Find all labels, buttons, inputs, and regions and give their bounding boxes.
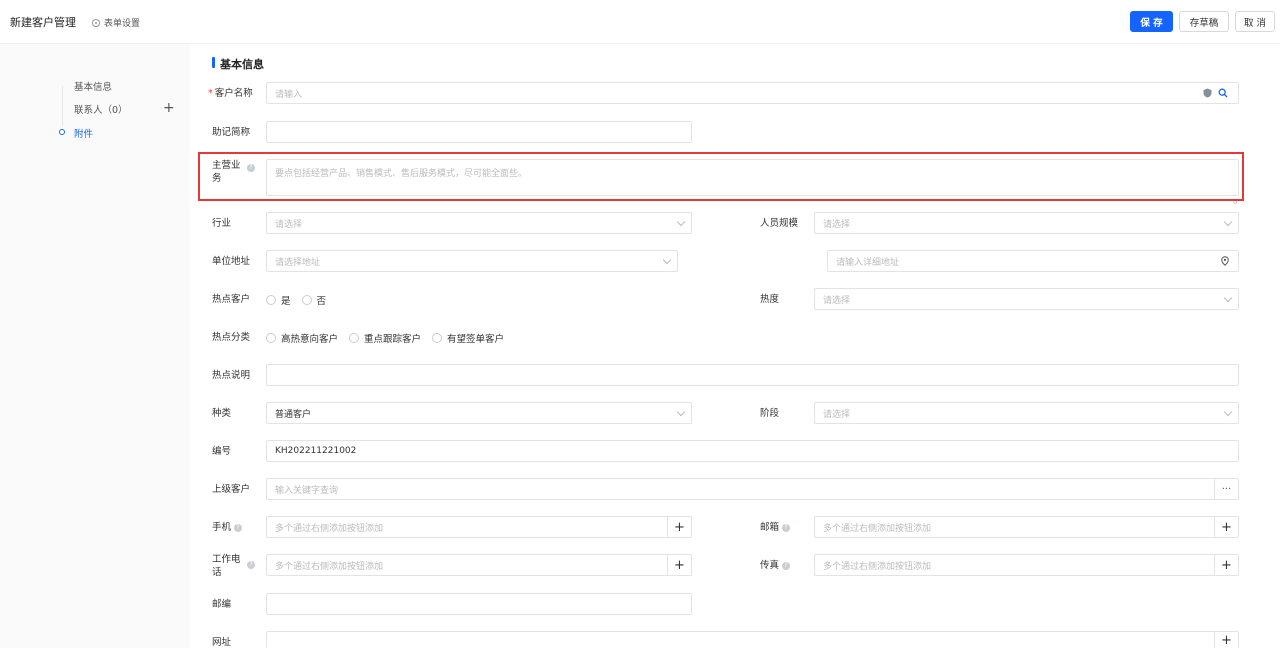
radio-option-yes[interactable]: 是 [266, 293, 291, 307]
website-label: 网址 [212, 637, 232, 648]
address-detail-input[interactable]: 请输入详细地址 [827, 250, 1239, 272]
hot-customer-radio-group: 是 否 [266, 293, 337, 307]
website-input[interactable]: + [266, 631, 1239, 648]
sidebar-item-attachments[interactable]: 附件 [74, 126, 93, 140]
radio-option-no[interactable]: 否 [301, 293, 326, 307]
chevron-down-icon [1223, 217, 1233, 227]
gear-icon [92, 18, 100, 27]
type-label: 种类 [212, 408, 232, 419]
sidebar-item-basic-info[interactable]: 基本信息 [74, 79, 112, 93]
more-options-button[interactable]: ··· [1214, 479, 1238, 499]
customer-name-label: * 客户名称 [208, 88, 253, 99]
chevron-down-icon [1223, 407, 1233, 417]
work-phone-label: 工作电话 [212, 554, 241, 578]
main-business-label: 主营业务 [212, 160, 241, 184]
heat-select[interactable]: 请选择 [814, 288, 1239, 310]
chevron-down-icon [1223, 293, 1233, 303]
staff-size-label: 人员规模 [760, 218, 799, 229]
add-work-phone-button[interactable]: + [667, 555, 691, 575]
fax-input[interactable]: 多个通过右侧添加按钮添加 + [814, 554, 1239, 576]
chevron-down-icon [676, 407, 686, 417]
customer-name-input[interactable]: 请输入 [266, 82, 1239, 104]
cancel-button[interactable]: 取 消 [1235, 11, 1275, 32]
hot-note-input[interactable] [266, 364, 1239, 386]
save-button[interactable]: 保 存 [1130, 11, 1173, 32]
code-label: 编号 [212, 446, 232, 457]
chevron-down-icon [662, 255, 672, 265]
hot-customer-label: 热点客户 [212, 294, 251, 305]
staff-size-select[interactable]: 请选择 [814, 212, 1239, 234]
save-draft-button[interactable]: 存草稿 [1179, 11, 1229, 32]
nav-line [62, 86, 63, 126]
parent-customer-input[interactable]: 输入关键字查询 ··· [266, 478, 1239, 500]
form-settings-label: 表单设置 [104, 19, 141, 29]
parent-customer-label: 上级客户 [212, 484, 251, 495]
shield-icon [1203, 88, 1212, 98]
mnemonic-label: 助记简称 [212, 127, 251, 138]
search-icon[interactable] [1218, 88, 1228, 98]
required-mark: * [208, 88, 213, 99]
help-icon: ? [782, 561, 791, 570]
top-bar: 新建客户管理 表单设置 保 存 存草稿 取 消 [0, 0, 1280, 44]
add-website-button[interactable]: + [1214, 632, 1238, 648]
form-settings-link[interactable]: 表单设置 [92, 16, 140, 29]
code-input[interactable]: KH202211221002 [266, 440, 1239, 462]
help-icon: ? [247, 561, 255, 569]
mobile-label: 手机? [212, 521, 243, 534]
fax-label: 传真? [760, 559, 791, 572]
help-icon: ? [782, 523, 791, 532]
radio-option-high-intent[interactable]: 高热意向客户 [266, 331, 338, 345]
industry-label: 行业 [212, 218, 232, 229]
active-nav-dot [59, 129, 65, 135]
sidebar [0, 44, 190, 648]
chevron-down-icon [676, 217, 686, 227]
type-select[interactable]: 普通客户 [266, 402, 692, 424]
mnemonic-input[interactable] [266, 121, 692, 143]
add-fax-button[interactable]: + [1214, 555, 1238, 575]
sidebar-item-contacts[interactable]: 联系人（0） [74, 102, 128, 116]
heat-label: 热度 [760, 294, 780, 305]
section-title: 基本信息 [212, 56, 264, 72]
industry-select[interactable]: 请选择 [266, 212, 692, 234]
address-select[interactable]: 请选择地址 [266, 250, 678, 272]
mobile-input[interactable]: 多个通过右侧添加按钮添加 + [266, 516, 692, 538]
radio-icon[interactable] [432, 333, 443, 343]
postcode-input[interactable] [266, 593, 692, 615]
address-label: 单位地址 [212, 256, 251, 267]
hot-category-radio-group: 高热意向客户 重点跟踪客户 有望签单客户 [266, 331, 515, 345]
email-label: 邮箱? [760, 521, 791, 534]
hot-note-label: 热点说明 [212, 370, 251, 381]
help-icon: ? [234, 523, 243, 532]
add-email-button[interactable]: + [1214, 517, 1238, 537]
email-input[interactable]: 多个通过右侧添加按钮添加 + [814, 516, 1239, 538]
work-phone-input[interactable]: 多个通过右侧添加按钮添加 + [266, 554, 692, 576]
radio-icon[interactable] [349, 333, 360, 343]
page-title: 新建客户管理 [10, 16, 76, 29]
stage-select[interactable]: 请选择 [814, 402, 1239, 424]
add-contact-icon[interactable]: + [163, 100, 175, 116]
add-mobile-button[interactable]: + [667, 517, 691, 537]
help-icon: ? [247, 164, 255, 172]
char-count: 0 [1233, 198, 1238, 206]
hot-category-label: 热点分类 [212, 332, 251, 343]
radio-option-key-tracking[interactable]: 重点跟踪客户 [349, 331, 421, 345]
main-business-textarea[interactable]: 要点包括经营产品、销售模式、售后服务模式，尽可能全面些。 [266, 159, 1239, 196]
location-pin-icon[interactable] [1221, 256, 1229, 266]
radio-icon[interactable] [266, 295, 276, 305]
radio-icon[interactable] [301, 295, 312, 305]
radio-option-likely-sign[interactable]: 有望签单客户 [432, 331, 504, 345]
stage-label: 阶段 [760, 408, 780, 419]
postcode-label: 邮编 [212, 599, 232, 610]
radio-icon[interactable] [266, 333, 276, 343]
